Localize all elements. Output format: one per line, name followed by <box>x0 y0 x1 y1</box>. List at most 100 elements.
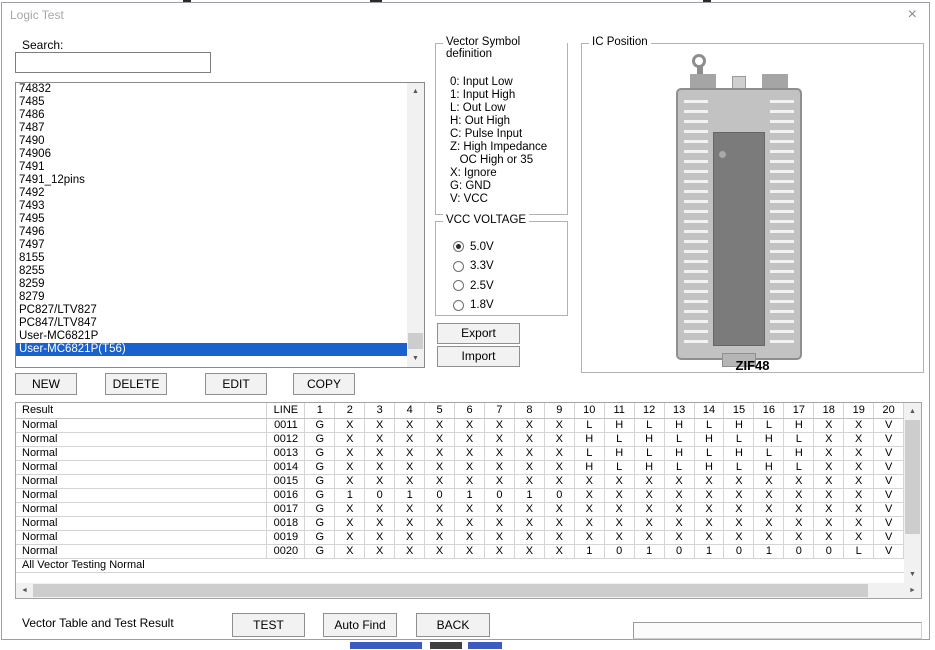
ic-list-item[interactable]: PC827/LTV827 <box>16 304 408 317</box>
delete-button[interactable]: DELETE <box>105 373 167 395</box>
table-row[interactable]: Normal0017GXXXXXXXXXXXXXXXXXXV <box>16 503 904 517</box>
vector-cell: X <box>754 475 784 488</box>
vector-cell: H <box>695 461 725 474</box>
scroll-thumb[interactable] <box>33 584 868 597</box>
copy-button[interactable]: COPY <box>293 373 355 395</box>
new-button[interactable]: NEW <box>15 373 77 395</box>
vector-cell: X <box>754 503 784 516</box>
table-row[interactable]: Normal0015GXXXXXXXXXXXXXXXXXXV <box>16 475 904 489</box>
ic-list-item[interactable]: User-MC6821P(T56) <box>16 343 408 356</box>
ic-list-item[interactable]: 7487 <box>16 122 408 135</box>
vector-cell: X <box>515 503 545 516</box>
vector-cell: 0 <box>724 545 754 558</box>
ic-list-item[interactable]: 74906 <box>16 148 408 161</box>
ic-list-item[interactable]: 7491 <box>16 161 408 174</box>
vector-cell: X <box>455 461 485 474</box>
search-input[interactable] <box>15 52 211 73</box>
titlebar[interactable]: Logic Test × <box>2 3 929 27</box>
result-cell: Normal <box>16 433 267 446</box>
scroll-right-icon[interactable] <box>904 583 921 598</box>
vector-symbol-line: H: Out High <box>450 115 547 128</box>
vector-symbol-line: L: Out Low <box>450 102 547 115</box>
vector-cell: L <box>605 461 635 474</box>
table-row[interactable]: Normal0014GXXXXXXXXHLHLHLHLXXV <box>16 461 904 475</box>
table-row[interactable]: Normal0013GXXXXXXXXLHLHLHLHXXV <box>16 447 904 461</box>
vector-cell: X <box>844 531 874 544</box>
vcc-option[interactable]: 1.8V <box>453 296 494 316</box>
vector-cell: X <box>575 531 605 544</box>
vcc-option[interactable]: 2.5V <box>453 276 494 296</box>
ic-list-item[interactable]: 7492 <box>16 187 408 200</box>
ic-list-scrollbar[interactable] <box>407 83 424 367</box>
ic-list-item[interactable]: 8279 <box>16 291 408 304</box>
table-header-cell: 17 <box>784 403 814 418</box>
ic-list-item[interactable]: 8255 <box>16 265 408 278</box>
export-button[interactable]: Export <box>437 323 520 344</box>
vector-cell: X <box>455 419 485 432</box>
pin1-dot <box>719 151 726 158</box>
vector-cell: X <box>335 447 365 460</box>
table-header-cell: 6 <box>455 403 485 418</box>
line-cell: 0011 <box>267 419 305 432</box>
vector-cell: G <box>305 545 335 558</box>
vector-cell: X <box>605 503 635 516</box>
close-icon[interactable]: × <box>908 6 917 24</box>
table-header-cell: 8 <box>515 403 545 418</box>
back-button[interactable]: BACK <box>416 613 490 637</box>
table-row[interactable]: Normal0020GXXXXXXXX101010100LV <box>16 545 904 559</box>
vector-cell: X <box>784 503 814 516</box>
result-table[interactable]: ResultLINE123456789101112131415161718192… <box>15 402 922 599</box>
vcc-option[interactable]: 5.0V <box>453 237 494 257</box>
ic-list-item[interactable]: 8155 <box>16 252 408 265</box>
vector-symbol-group: Vector Symbol definition 0: Input Low1: … <box>435 43 568 215</box>
vector-cell: H <box>635 433 665 446</box>
vector-symbol-line: X: Ignore <box>450 167 547 180</box>
vector-cell: 1 <box>575 545 605 558</box>
table-header-cell: 20 <box>874 403 904 418</box>
table-row[interactable]: Normal0011GXXXXXXXXLHLHLHLHXXV <box>16 419 904 433</box>
ic-list-item[interactable]: 7486 <box>16 109 408 122</box>
ic-listbox[interactable]: 7483274857486748774907490674917491_12pin… <box>15 82 425 368</box>
table-header-cell: 11 <box>605 403 635 418</box>
ic-list-item[interactable]: 7495 <box>16 213 408 226</box>
ic-list-item[interactable]: 7490 <box>16 135 408 148</box>
import-button[interactable]: Import <box>437 346 520 367</box>
ic-list-item[interactable]: 7496 <box>16 226 408 239</box>
vector-cell: G <box>305 489 335 502</box>
ic-list-item[interactable]: 7485 <box>16 96 408 109</box>
table-header-cell: LINE <box>267 403 305 418</box>
scroll-thumb[interactable] <box>408 333 423 349</box>
radio-icon[interactable] <box>453 261 464 272</box>
scroll-down-icon[interactable] <box>904 566 921 583</box>
scroll-down-icon[interactable] <box>407 350 424 367</box>
line-cell: 0013 <box>267 447 305 460</box>
edit-button[interactable]: EDIT <box>205 373 267 395</box>
table-row[interactable]: Normal0016G10101010XXXXXXXXXXV <box>16 489 904 503</box>
ic-list-item[interactable]: PC847/LTV847 <box>16 317 408 330</box>
vector-cell: H <box>605 447 635 460</box>
scroll-up-icon[interactable] <box>407 83 424 100</box>
ic-list-item[interactable]: 7497 <box>16 239 408 252</box>
radio-icon[interactable] <box>453 300 464 311</box>
auto-find-button[interactable]: Auto Find <box>323 613 397 637</box>
ic-list-item[interactable]: User-MC6821P <box>16 330 408 343</box>
scroll-up-icon[interactable] <box>904 403 921 420</box>
radio-icon[interactable] <box>453 280 464 291</box>
ic-list-item[interactable]: 7491_12pins <box>16 174 408 187</box>
table-row[interactable]: Normal0012GXXXXXXXXHLHLHLHLXXV <box>16 433 904 447</box>
ic-position-group-title: IC Position <box>589 36 651 48</box>
scroll-left-icon[interactable] <box>16 583 33 598</box>
table-row[interactable]: Normal0018GXXXXXXXXXXXXXXXXXXV <box>16 517 904 531</box>
table-row[interactable]: Normal0019GXXXXXXXXXXXXXXXXXXV <box>16 531 904 545</box>
radio-icon[interactable] <box>453 241 464 252</box>
result-table-vscrollbar[interactable] <box>904 403 921 583</box>
table-header-cell: 16 <box>754 403 784 418</box>
vector-cell: X <box>784 489 814 502</box>
test-button[interactable]: TEST <box>232 613 305 637</box>
ic-list-item[interactable]: 7493 <box>16 200 408 213</box>
ic-list-item[interactable]: 74832 <box>16 83 408 96</box>
result-table-hscrollbar[interactable] <box>16 583 921 598</box>
scroll-thumb[interactable] <box>905 420 920 534</box>
vcc-option[interactable]: 3.3V <box>453 257 494 277</box>
ic-list-item[interactable]: 8259 <box>16 278 408 291</box>
